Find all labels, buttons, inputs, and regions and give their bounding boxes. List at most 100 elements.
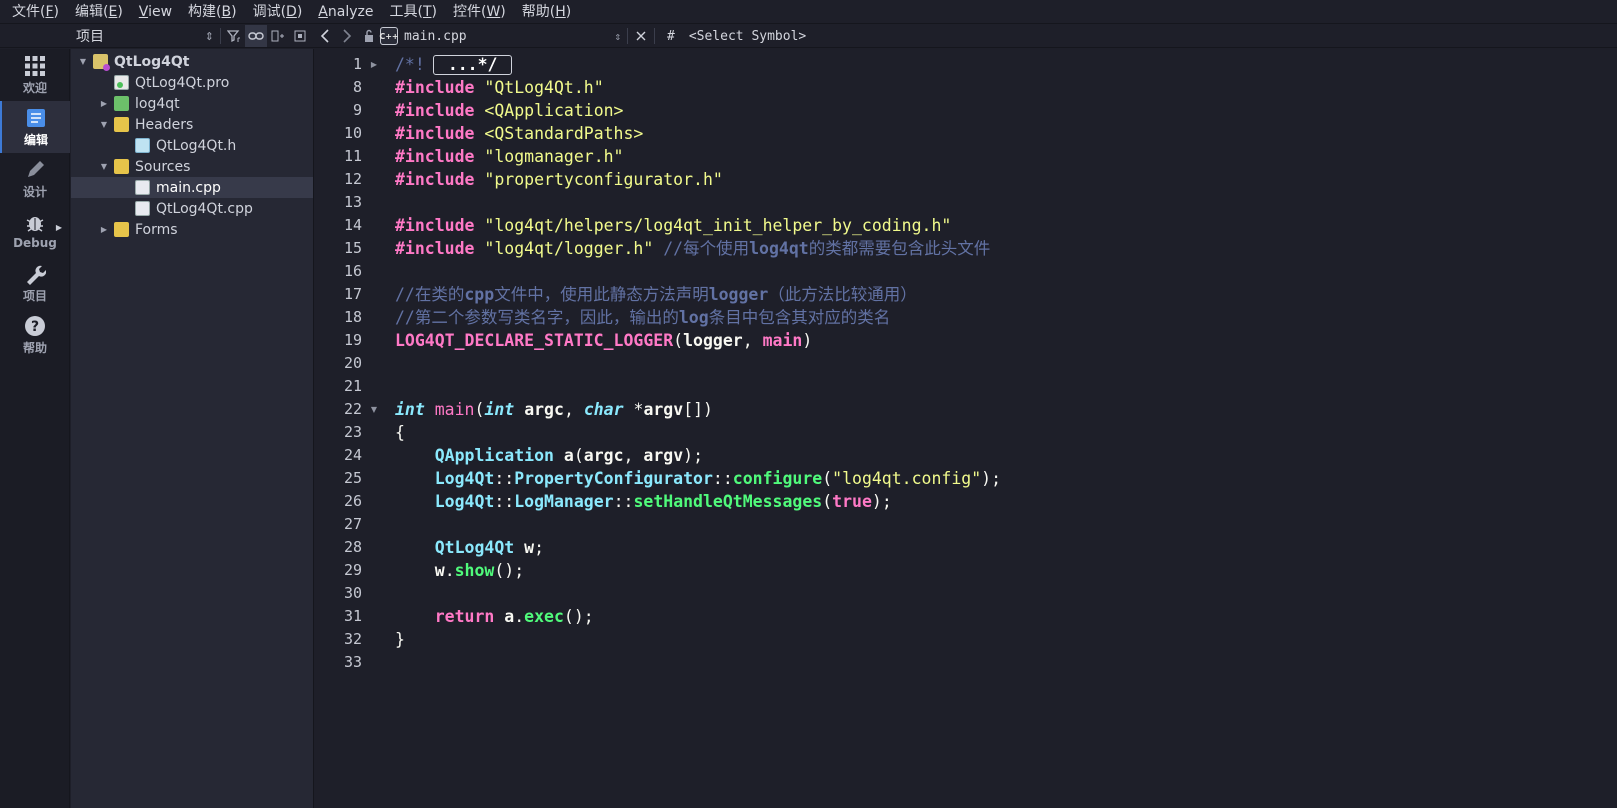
- tree-item[interactable]: QtLog4Qt.cpp: [71, 198, 313, 219]
- code-line[interactable]: [395, 651, 1001, 674]
- menu-item[interactable]: 调试(D): [245, 0, 311, 24]
- code-line[interactable]: Log4Qt::LogManager::setHandleQtMessages(…: [395, 490, 1001, 513]
- code-line[interactable]: [395, 260, 1001, 283]
- code-line[interactable]: LOG4QT_DECLARE_STATIC_LOGGER(logger, mai…: [395, 329, 1001, 352]
- code-line[interactable]: Log4Qt::PropertyConfigurator::configure(…: [395, 467, 1001, 490]
- mode-help[interactable]: ? 帮助: [0, 309, 70, 361]
- code-line[interactable]: #include <QStandardPaths>: [395, 122, 1001, 145]
- code-line[interactable]: [395, 582, 1001, 605]
- code-token: logger: [708, 285, 769, 304]
- code-line[interactable]: QApplication a(argc, argv);: [395, 444, 1001, 467]
- code-line[interactable]: [395, 191, 1001, 214]
- code-line[interactable]: //第二个参数写类名字，因此，输出的log条目中包含其对应的类名: [395, 306, 1001, 329]
- project-view-selector[interactable]: 项目 ⇕: [76, 26, 218, 46]
- tree-item[interactable]: ▼ Sources: [71, 156, 313, 177]
- nav-forward-icon[interactable]: [336, 25, 358, 47]
- tree-item[interactable]: QtLog4Qt.h: [71, 135, 313, 156]
- tree-item[interactable]: ▶ Forms: [71, 219, 313, 240]
- expanded-arrow-icon[interactable]: ▼: [98, 119, 110, 131]
- menu-item[interactable]: Analyze: [310, 0, 381, 24]
- code-line[interactable]: [395, 375, 1001, 398]
- tree-item[interactable]: QtLog4Qt.pro: [71, 72, 313, 93]
- code-line[interactable]: #include "log4qt/logger.h" //每个使用log4qt的…: [395, 237, 1001, 260]
- code-token: PropertyConfigurator: [514, 469, 713, 488]
- code-token: (: [822, 492, 833, 511]
- code-token: a: [563, 446, 574, 465]
- menu-item[interactable]: 构建(B): [180, 0, 245, 24]
- close-pane-icon[interactable]: [289, 25, 311, 47]
- menu-label: 调试(: [252, 3, 287, 20]
- tree-item-label: QtLog4Qt.pro: [135, 74, 230, 91]
- tree-item[interactable]: main.cpp: [71, 177, 313, 198]
- menu-item[interactable]: 文件(F): [4, 0, 67, 24]
- code-line[interactable]: #include "logmanager.h": [395, 145, 1001, 168]
- code-line[interactable]: QtLog4Qt w;: [395, 536, 1001, 559]
- line-number-row: 16: [315, 260, 385, 283]
- code-token: "logmanager.h": [484, 147, 624, 166]
- menu-item[interactable]: 帮助(H): [514, 0, 579, 24]
- fold-marker-icon[interactable]: ▶: [364, 53, 384, 76]
- mode-label: 帮助: [22, 340, 47, 355]
- link-sync-icon[interactable]: [245, 25, 267, 47]
- code-area[interactable]: /*! ...*/#include "QtLog4Qt.h" #include <Q…: [395, 53, 1001, 674]
- menu-label-tail: ): [231, 3, 237, 20]
- mode-projects[interactable]: 项目: [0, 257, 70, 309]
- code-line[interactable]: #include "log4qt/helpers/log4qt_init_hel…: [395, 214, 1001, 237]
- code-line[interactable]: w.show();: [395, 559, 1001, 582]
- code-line[interactable]: /*! ...*/: [395, 53, 1001, 76]
- filter-icon[interactable]: [223, 25, 245, 47]
- tree-item-label: QtLog4Qt.h: [156, 137, 237, 154]
- mode-welcome[interactable]: 欢迎: [0, 49, 70, 101]
- line-number-row: 15: [315, 237, 385, 260]
- mode-debug[interactable]: Debug ▶: [0, 205, 70, 257]
- line-number-row: 32: [315, 628, 385, 651]
- nav-back-icon[interactable]: [314, 25, 336, 47]
- code-line[interactable]: [395, 352, 1001, 375]
- code-line[interactable]: #include <QApplication>: [395, 99, 1001, 122]
- collapsed-arrow-icon[interactable]: ▶: [98, 224, 110, 236]
- code-line[interactable]: //在类的cpp文件中，使用此静态方法声明logger（此方法比较通用）: [395, 283, 1001, 306]
- code-line[interactable]: #include "propertyconfigurator.h": [395, 168, 1001, 191]
- mode-edit[interactable]: 编辑: [0, 101, 70, 153]
- lock-icon[interactable]: [358, 25, 380, 47]
- menu-item[interactable]: 控件(W): [445, 0, 514, 24]
- line-number: 13: [343, 193, 362, 211]
- code-token: (: [573, 446, 584, 465]
- code-line[interactable]: #include "QtLog4Qt.h": [395, 76, 1001, 99]
- split-view-icon[interactable]: [267, 25, 289, 47]
- code-token: {: [395, 423, 405, 442]
- close-document-icon[interactable]: [630, 25, 652, 47]
- expanded-arrow-icon[interactable]: ▼: [98, 161, 110, 173]
- tree-item[interactable]: ▼ Headers: [71, 114, 313, 135]
- symbol-selector[interactable]: <Select Symbol>: [689, 29, 806, 44]
- code-line[interactable]: {: [395, 421, 1001, 444]
- open-file-selector[interactable]: C++ main.cpp ⇕: [379, 25, 625, 47]
- menu-item[interactable]: 编辑(E): [67, 0, 131, 24]
- mode-design[interactable]: 设计: [0, 153, 70, 205]
- tree-item[interactable]: ▼ QtLog4Qt: [71, 51, 313, 72]
- line-number: 9: [352, 101, 362, 119]
- expanded-arrow-icon[interactable]: ▼: [77, 56, 89, 68]
- code-line[interactable]: return a.exec();: [395, 605, 1001, 628]
- tree-item[interactable]: ▶ log4qt: [71, 93, 313, 114]
- menu-label: 编辑(: [75, 3, 109, 20]
- folded-region-marker[interactable]: ...*/: [432, 55, 513, 75]
- collapsed-arrow-icon[interactable]: ▶: [98, 98, 110, 110]
- code-line[interactable]: int main(int argc, char *argv[]): [395, 398, 1001, 421]
- menu-label: 工具(: [389, 3, 423, 20]
- line-number: 19: [343, 331, 362, 349]
- code-line[interactable]: }: [395, 628, 1001, 651]
- menu-item[interactable]: View: [131, 0, 180, 24]
- fold-marker-icon[interactable]: ▼: [364, 398, 384, 421]
- code-line[interactable]: [395, 513, 1001, 536]
- folder-sources-icon: [114, 159, 129, 174]
- code-editor[interactable]: 1 ▶ 8 9 10 11 12 13 14 15 16 17 18 19 20 21 22 ▼ 23 24 25 26 2…: [315, 49, 1617, 808]
- menu-item[interactable]: 工具(T): [381, 0, 445, 24]
- menu-label: 控件(: [452, 3, 487, 20]
- mode-label: 编辑: [23, 132, 48, 147]
- edit-doc-icon: [27, 108, 45, 127]
